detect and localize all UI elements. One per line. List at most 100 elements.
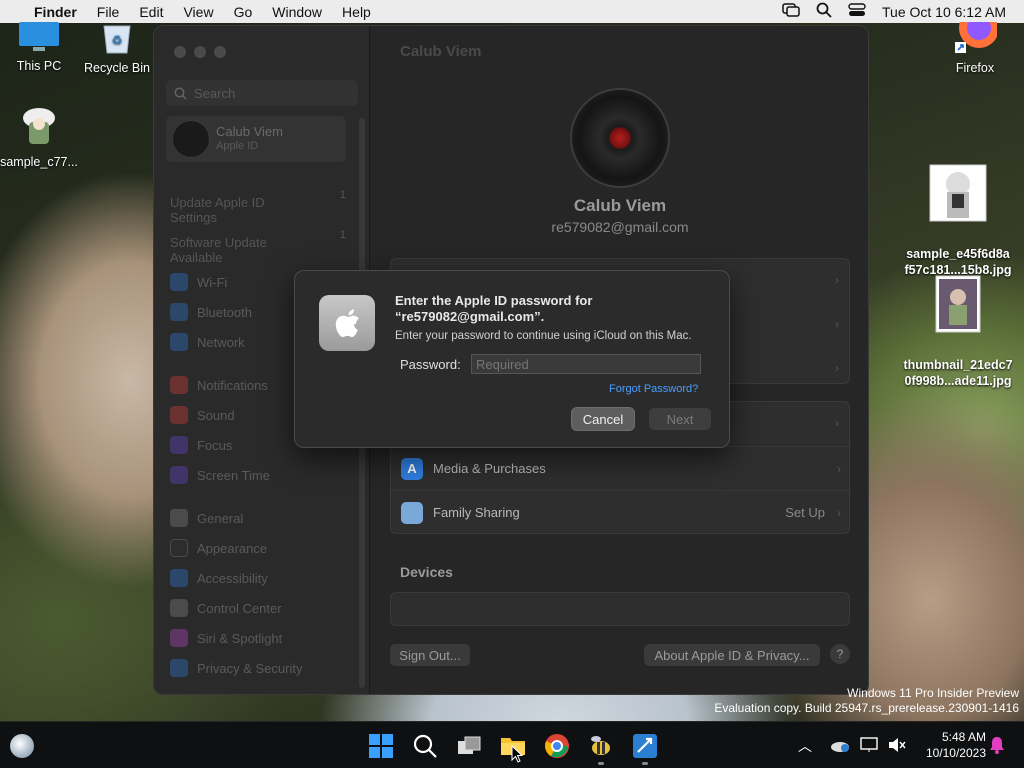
desktop-icon-label: Recycle Bin bbox=[84, 61, 150, 75]
badge: 1 bbox=[339, 229, 346, 241]
image-thumbnail-icon bbox=[896, 164, 1020, 226]
row-media-purchases[interactable]: A Media & Purchases › bbox=[391, 446, 851, 490]
row-label: Media & Purchases bbox=[433, 461, 546, 476]
search-icon[interactable] bbox=[412, 733, 438, 759]
sidebar-item-general[interactable]: General bbox=[170, 507, 350, 529]
remote-desktop-icon[interactable] bbox=[632, 733, 658, 759]
svg-text:♻: ♻ bbox=[112, 33, 123, 47]
taskbar-date: 10/10/2023 bbox=[925, 746, 986, 760]
chevron-right-icon: › bbox=[835, 317, 839, 331]
desktop-icon-recycle-bin[interactable]: ♻ Recycle Bin bbox=[72, 22, 162, 75]
desktop-icon-label: thumbnail_21edc7 0f998b...ade11.jpg bbox=[903, 358, 1013, 388]
chevron-right-icon: › bbox=[837, 461, 841, 476]
sound-icon bbox=[170, 406, 188, 424]
sidebar-item-control-center[interactable]: Control Center bbox=[170, 597, 350, 619]
sidebar-item-label: Wi-Fi bbox=[197, 274, 228, 290]
menu-help[interactable]: Help bbox=[342, 4, 371, 20]
sidebar-item-label: Siri & Spotlight bbox=[197, 630, 283, 646]
desktop-icon-firefox[interactable]: Firefox bbox=[930, 8, 1020, 75]
watermark-line: Evaluation copy. Build 25947.rs_prerelea… bbox=[714, 701, 1019, 715]
menu-window[interactable]: Window bbox=[272, 4, 322, 20]
image-thumbnail-icon bbox=[896, 275, 1020, 337]
sidebar-apple-id-profile[interactable]: Calub Viem Apple ID bbox=[166, 116, 346, 162]
sidebar-item-privacy[interactable]: Privacy & Security bbox=[170, 657, 350, 679]
screen-time-icon bbox=[170, 466, 188, 484]
control-center-icon bbox=[170, 599, 188, 617]
badge: 1 bbox=[339, 189, 346, 201]
chevron-right-icon: › bbox=[835, 273, 839, 287]
desktop-icon-thumbnail-jpg[interactable]: thumbnail_21edc7 0f998b...ade11.jpg bbox=[896, 259, 1020, 405]
help-button[interactable]: ? bbox=[830, 644, 850, 664]
dialog-title: Enter the Apple ID password for “re57908… bbox=[395, 293, 593, 324]
taskbar-clock[interactable]: 5:48 AM 10/10/2023 bbox=[916, 729, 986, 761]
about-apple-id-button[interactable]: About Apple ID & Privacy... bbox=[644, 644, 820, 666]
devices-list bbox=[390, 592, 850, 626]
mouse-cursor-icon bbox=[511, 744, 524, 768]
onedrive-icon[interactable] bbox=[830, 737, 850, 758]
zoom-window-button[interactable] bbox=[214, 46, 226, 58]
sidebar-item-label: Appearance bbox=[197, 540, 268, 556]
network-icon[interactable] bbox=[860, 737, 878, 758]
search-icon bbox=[174, 87, 187, 100]
password-label: Password: bbox=[400, 357, 461, 372]
sidebar-item-screen-time[interactable]: Screen Time bbox=[170, 464, 350, 486]
close-window-button[interactable] bbox=[174, 46, 186, 58]
desktop-icon-label: Firefox bbox=[955, 61, 995, 75]
password-input[interactable] bbox=[471, 354, 701, 374]
windows-watermark: Windows 11 Pro Insider Preview Evaluatio… bbox=[714, 686, 1019, 716]
dialog-message: Enter your password to continue using iC… bbox=[395, 330, 692, 342]
notification-bell-icon[interactable] bbox=[988, 736, 1006, 759]
weather-widget-icon[interactable] bbox=[10, 734, 34, 758]
menubar-clock[interactable]: Tue Oct 10 6:12 AM bbox=[882, 4, 1006, 20]
sidebar-profile-sub: Apple ID bbox=[216, 140, 259, 152]
row-family-sharing[interactable]: Family Sharing Set Up › bbox=[391, 490, 851, 534]
sidebar-item-label: Notifications bbox=[197, 377, 268, 393]
menu-go[interactable]: Go bbox=[234, 4, 253, 20]
search-placeholder: Search bbox=[194, 85, 236, 101]
sidebar-item-label: Focus bbox=[197, 437, 233, 453]
sidebar-item-label: Screen Time bbox=[197, 467, 270, 483]
sign-out-button[interactable]: Sign Out... bbox=[390, 644, 470, 666]
apple-id-password-dialog: Enter the Apple ID password for “re57908… bbox=[294, 270, 730, 448]
task-view-icon[interactable] bbox=[456, 733, 482, 759]
sidebar-item-accessibility[interactable]: Accessibility bbox=[170, 567, 350, 589]
focus-icon bbox=[170, 436, 188, 454]
search-field[interactable]: Search bbox=[166, 80, 358, 106]
app-bee-icon[interactable] bbox=[588, 733, 614, 759]
sidebar-profile-name: Calub Viem bbox=[216, 124, 283, 139]
cancel-button[interactable]: Cancel bbox=[572, 408, 634, 430]
sidebar-item-label: Network bbox=[197, 334, 245, 350]
chrome-icon[interactable] bbox=[544, 733, 570, 759]
sidebar-item-appearance[interactable]: Appearance bbox=[170, 537, 350, 559]
appearance-icon bbox=[170, 539, 188, 557]
search-icon[interactable] bbox=[816, 2, 832, 21]
control-center-icon[interactable] bbox=[848, 2, 866, 21]
menu-edit[interactable]: Edit bbox=[139, 4, 163, 20]
bluetooth-icon bbox=[170, 303, 188, 321]
screen-mirroring-icon[interactable] bbox=[782, 3, 800, 20]
menu-file[interactable]: File bbox=[97, 4, 120, 20]
row-label: Family Sharing bbox=[433, 505, 520, 520]
forgot-password-link[interactable]: Forgot Password? bbox=[609, 383, 698, 395]
row-value: Set Up bbox=[785, 505, 825, 520]
family-icon bbox=[401, 501, 423, 524]
volume-muted-icon[interactable] bbox=[888, 737, 906, 758]
sidebar-item-label: Privacy & Security bbox=[197, 660, 303, 676]
profile-avatar[interactable] bbox=[570, 88, 670, 188]
windows-start-icon[interactable] bbox=[368, 733, 394, 759]
chevron-right-icon: › bbox=[835, 361, 839, 375]
desktop-icon-sample-file[interactable]: sample_c77... bbox=[0, 104, 84, 169]
siri-icon bbox=[170, 629, 188, 647]
menu-view[interactable]: View bbox=[183, 4, 213, 20]
recycle-bin-icon: ♻ bbox=[72, 22, 162, 57]
menu-finder[interactable]: Finder bbox=[34, 4, 77, 20]
chevron-up-icon[interactable]: ︿ bbox=[798, 736, 812, 756]
sidebar-item-siri[interactable]: Siri & Spotlight bbox=[170, 627, 350, 649]
running-indicator bbox=[598, 762, 604, 765]
firefox-icon bbox=[930, 8, 1020, 57]
traffic-lights bbox=[174, 46, 226, 58]
next-button[interactable]: Next bbox=[649, 408, 711, 430]
sidebar-item-label: Accessibility bbox=[197, 570, 268, 586]
minimize-window-button[interactable] bbox=[194, 46, 206, 58]
chevron-right-icon: › bbox=[835, 416, 839, 430]
